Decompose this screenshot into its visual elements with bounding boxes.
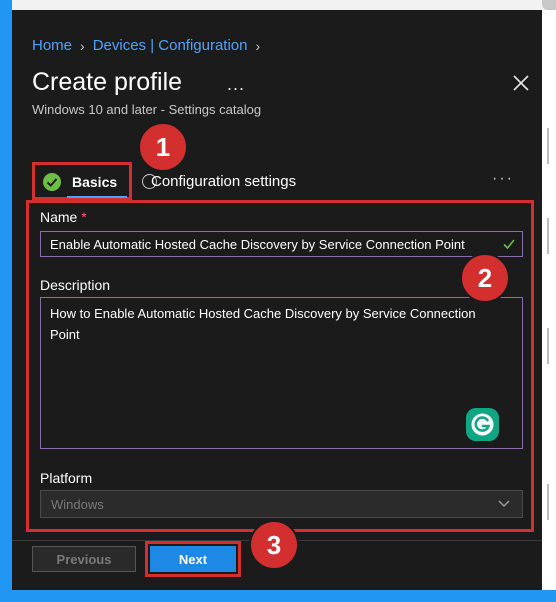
tab-configuration-settings-label: Configuration settings [151, 173, 297, 190]
page-subtitle: Windows 10 and later - Settings catalog [32, 102, 262, 117]
edge-tick [547, 328, 549, 364]
breadcrumb-home[interactable]: Home [32, 37, 72, 54]
more-options-button[interactable]: ... [227, 74, 245, 95]
tab-basics[interactable]: Basics [32, 162, 132, 200]
page-title: Create profile [32, 68, 183, 96]
close-icon[interactable] [510, 72, 532, 94]
annotation-badge-1: 1 [138, 122, 188, 172]
check-circle-icon [43, 173, 61, 191]
annotation-badge-2: 2 [460, 253, 510, 303]
description-value: How to Enable Automatic Hosted Cache Dis… [50, 306, 476, 342]
tabs-more-button[interactable]: ··· [492, 170, 514, 188]
breadcrumb: Home › Devices | Configuration › [32, 37, 268, 54]
tab-basics-label: Basics [72, 174, 118, 190]
annotation-badge-3: 3 [249, 520, 299, 570]
edge-tick [547, 484, 549, 520]
chevron-right-icon: › [255, 37, 261, 54]
tab-configuration-settings[interactable]: Configuration settings [142, 173, 302, 190]
next-button[interactable]: Next [150, 546, 236, 572]
grammarly-icon[interactable] [466, 408, 499, 441]
edge-tick [547, 128, 549, 164]
platform-label: Platform [40, 470, 93, 486]
required-indicator: * [81, 209, 87, 225]
active-tab-indicator [67, 196, 127, 198]
description-label: Description [40, 277, 111, 293]
platform-value: Windows [51, 497, 104, 512]
edge-tick [547, 218, 549, 254]
chevron-down-icon [498, 500, 510, 508]
name-input-value: Enable Automatic Hosted Cache Discovery … [50, 237, 465, 252]
top-strip [12, 0, 556, 10]
description-textarea[interactable]: How to Enable Automatic Hosted Cache Dis… [40, 297, 523, 449]
create-profile-panel: Home › Devices | Configuration › Create … [12, 10, 542, 590]
scrollbar-thumb[interactable] [542, 0, 556, 10]
platform-select: Windows [40, 490, 523, 518]
previous-button: Previous [32, 546, 136, 572]
chevron-right-icon: › [80, 37, 85, 54]
breadcrumb-devices-configuration[interactable]: Devices | Configuration [93, 37, 248, 54]
name-input[interactable]: Enable Automatic Hosted Cache Discovery … [40, 231, 523, 257]
name-label: Name * [40, 209, 87, 225]
right-edge-strip [542, 10, 556, 590]
checkmark-icon [503, 239, 515, 250]
